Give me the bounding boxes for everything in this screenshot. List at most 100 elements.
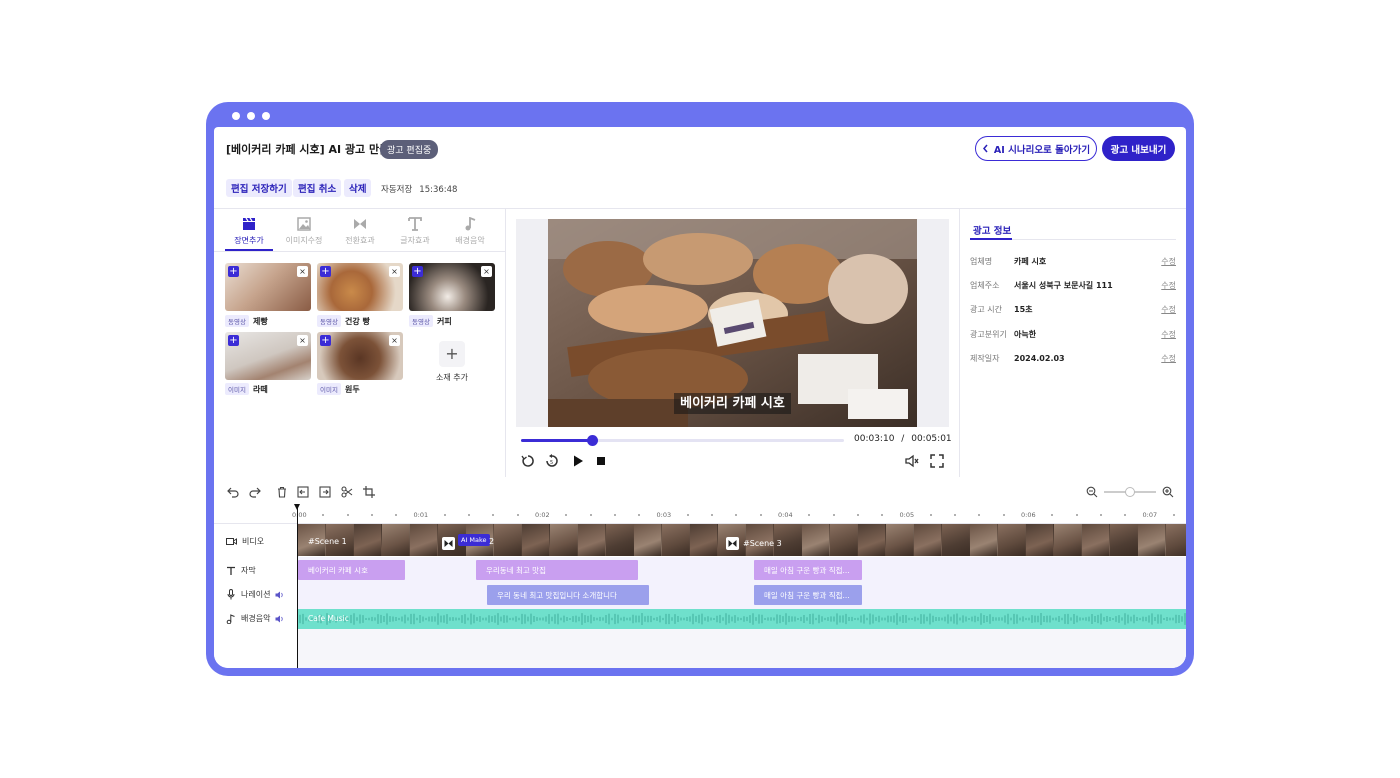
window-dot bbox=[247, 112, 255, 120]
tab-ad-info[interactable]: 광고 정보 bbox=[973, 223, 1011, 237]
autosave-label: 자동저장 bbox=[381, 185, 413, 195]
material-type-tag: 동영상 bbox=[225, 315, 249, 327]
subtitle-clip[interactable]: 우리동네 최고 맛집 bbox=[476, 560, 638, 580]
narration-clip[interactable]: 매일 아침 구운 빵과 직접... bbox=[754, 585, 862, 605]
video-frame bbox=[830, 524, 858, 556]
video-frame bbox=[662, 524, 690, 556]
ruler-tick bbox=[856, 514, 859, 516]
scene-label[interactable] bbox=[442, 537, 455, 550]
active-tab-indicator bbox=[970, 238, 1012, 240]
timeline-playhead[interactable] bbox=[297, 505, 298, 668]
add-material-button[interactable]: + 소재 추가 bbox=[436, 341, 468, 383]
close-icon[interactable]: × bbox=[389, 335, 400, 346]
caption-text: 베이커리 카페 시호 bbox=[674, 393, 791, 414]
crop-icon[interactable] bbox=[363, 486, 375, 498]
music-clip[interactable]: Cafe Music bbox=[298, 609, 1186, 629]
material-thumbnail[interactable]: + × bbox=[225, 332, 311, 380]
redo-icon[interactable] bbox=[249, 486, 261, 498]
ruler-tick bbox=[759, 514, 762, 516]
save-edit-button[interactable]: 편집 저장하기 bbox=[226, 179, 292, 197]
scene-name: 2 bbox=[489, 537, 495, 546]
trash-icon[interactable] bbox=[276, 486, 288, 498]
material-name: 라떼 bbox=[252, 384, 268, 394]
divider bbox=[214, 251, 505, 252]
edit-link[interactable]: 수정 bbox=[1161, 353, 1176, 364]
fullscreen-icon[interactable] bbox=[930, 454, 944, 468]
info-key: 광고 시간 bbox=[970, 305, 1002, 314]
replay-icon[interactable] bbox=[521, 454, 535, 468]
material-thumbnail[interactable]: + × bbox=[317, 332, 403, 380]
material-type-tag: 동영상 bbox=[317, 315, 341, 327]
subtitle-clip[interactable]: 베이커리 카페 시호 bbox=[298, 560, 405, 580]
scene-name: #Scene 3 bbox=[743, 539, 782, 548]
video-frame bbox=[1110, 524, 1138, 556]
tab-text-effect[interactable]: 글자효과 bbox=[391, 217, 439, 246]
narration-clip[interactable]: 우리 동네 최고 맛집입니다 소개합니다 bbox=[487, 585, 649, 605]
video-preview[interactable]: 베이커리 카페 시호 bbox=[548, 219, 917, 427]
material-thumbnail[interactable]: + × bbox=[225, 263, 311, 311]
close-icon[interactable]: × bbox=[389, 266, 400, 277]
scene-label[interactable]: 2 bbox=[489, 537, 494, 546]
zoom-in-icon[interactable] bbox=[1162, 486, 1174, 498]
tab-label: 이미지수정 bbox=[285, 236, 323, 245]
scene-label[interactable]: #Scene 3 bbox=[726, 537, 782, 550]
edit-link[interactable]: 수정 bbox=[1161, 329, 1176, 340]
play-icon[interactable] bbox=[571, 454, 585, 468]
close-icon[interactable]: × bbox=[297, 266, 308, 277]
volume-icon[interactable] bbox=[275, 615, 284, 623]
export-ad-button[interactable]: 광고 내보내기 bbox=[1102, 136, 1175, 161]
ruler-label: 0:04 bbox=[778, 511, 793, 519]
volume-icon[interactable] bbox=[275, 591, 284, 599]
info-row: 제작일자 2024.02.03 수정 bbox=[970, 353, 1176, 364]
info-row: 광고분위기 아늑한 수정 bbox=[970, 329, 1176, 340]
zoom-out-icon[interactable] bbox=[1086, 486, 1098, 498]
video-frame bbox=[914, 524, 942, 556]
ruler-tick bbox=[589, 514, 592, 516]
autosave-time: 15:36:48 bbox=[419, 185, 458, 195]
add-icon[interactable]: + bbox=[320, 266, 331, 277]
subtitle-clip[interactable]: 매일 아침 구운 빵과 직접... bbox=[754, 560, 862, 580]
material-label: 이미지 라떼 bbox=[225, 383, 268, 395]
ruler-tick bbox=[516, 514, 519, 516]
material-thumbnail[interactable]: + × bbox=[317, 263, 403, 311]
track-label-music: 배경음악 bbox=[226, 613, 284, 624]
add-icon[interactable]: + bbox=[320, 335, 331, 346]
close-icon[interactable]: × bbox=[481, 266, 492, 277]
track-name: 자막 bbox=[241, 566, 256, 575]
split-right-icon[interactable] bbox=[319, 486, 331, 498]
playback-progress-bar[interactable] bbox=[521, 435, 844, 446]
playhead-handle[interactable] bbox=[294, 504, 300, 510]
tab-background-music[interactable]: 배경음악 bbox=[446, 217, 494, 246]
undo-icon[interactable] bbox=[227, 486, 239, 498]
scene-label[interactable]: #Scene 1 bbox=[308, 537, 347, 546]
add-icon[interactable]: + bbox=[412, 266, 423, 277]
scissors-icon[interactable] bbox=[341, 486, 353, 498]
tab-image-edit[interactable]: 이미지수정 bbox=[280, 217, 328, 246]
edit-link[interactable]: 수정 bbox=[1161, 304, 1176, 315]
cancel-edit-button[interactable]: 편집 취소 bbox=[293, 179, 342, 197]
material-label: 이미지 원두 bbox=[317, 383, 360, 395]
stop-icon[interactable] bbox=[594, 454, 608, 468]
close-icon[interactable]: × bbox=[297, 335, 308, 346]
split-left-icon[interactable] bbox=[297, 486, 309, 498]
edit-link[interactable]: 수정 bbox=[1161, 280, 1176, 291]
tab-add-scene[interactable]: 장면추가 bbox=[225, 217, 273, 246]
edit-link[interactable]: 수정 bbox=[1161, 256, 1176, 267]
delete-button[interactable]: 삭제 bbox=[344, 179, 372, 197]
video-frame bbox=[578, 524, 606, 556]
ruler-tick bbox=[1172, 514, 1175, 516]
ruler-label: 0:00 bbox=[292, 511, 307, 519]
rewind-icon[interactable]: 5 bbox=[545, 454, 559, 468]
mute-icon[interactable] bbox=[905, 454, 919, 468]
tab-transition[interactable]: 전환효과 bbox=[336, 217, 384, 246]
add-icon[interactable]: + bbox=[228, 266, 239, 277]
divider bbox=[214, 208, 1186, 209]
page-title: [베이커리 카페 시호] AI 광고 만들기 bbox=[226, 143, 400, 156]
material-thumbnail[interactable]: + × bbox=[409, 263, 495, 311]
svg-text:5: 5 bbox=[550, 460, 553, 466]
progress-handle[interactable] bbox=[587, 435, 599, 446]
add-icon[interactable]: + bbox=[228, 335, 239, 346]
ruler-label: 0:01 bbox=[413, 511, 429, 519]
zoom-handle[interactable] bbox=[1125, 487, 1135, 497]
back-to-scenario-button[interactable]: AI 시나리오로 돌아가기 bbox=[975, 136, 1097, 161]
